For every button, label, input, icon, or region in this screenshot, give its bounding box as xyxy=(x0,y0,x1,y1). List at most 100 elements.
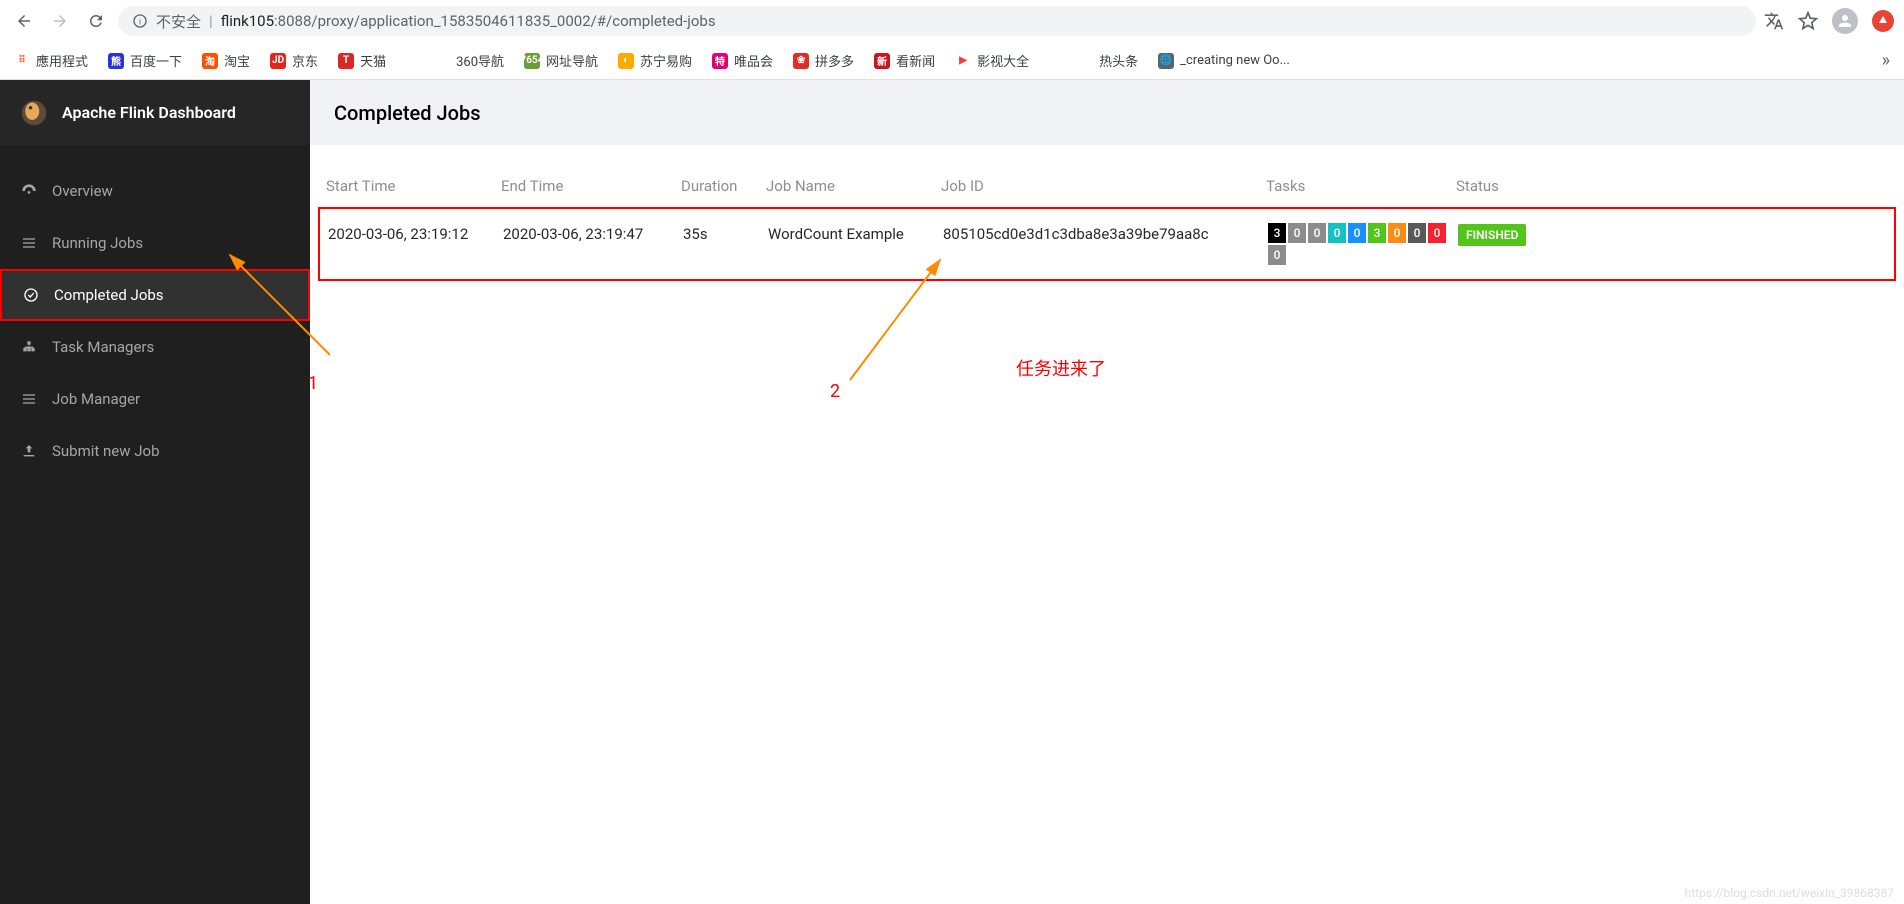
bookmark-label: 360导航 xyxy=(456,51,504,70)
bookmark-item[interactable]: ◐ 苏宁易购 xyxy=(618,51,692,70)
bookmark-favicon-icon: 淘 xyxy=(202,53,218,69)
sidebar: Apache Flink Dashboard Overview Running … xyxy=(0,80,310,904)
bookmark-item[interactable]: 🌐 _creating new Oo... xyxy=(1158,53,1290,69)
annotation-label-2: 2 xyxy=(830,381,840,402)
bookmark-favicon-icon: 7654 xyxy=(524,53,540,69)
bookmark-favicon-icon: JD xyxy=(270,53,286,69)
bookmark-label: 唯品会 xyxy=(734,51,773,70)
watermark: https://blog.csdn.net/weixin_39868387 xyxy=(1685,886,1894,900)
bookmark-item[interactable]: ▶ 影视大全 xyxy=(955,51,1029,70)
col-header-status: Status xyxy=(1456,177,1546,195)
page-title: Completed Jobs xyxy=(310,80,1904,145)
cell-start-time: 2020-03-06, 23:19:12 xyxy=(328,223,503,265)
bookmark-label: 看新闻 xyxy=(896,51,935,70)
bookmark-favicon-icon: 熊 xyxy=(108,53,124,69)
sidebar-item-job-manager[interactable]: Job Manager xyxy=(0,373,310,425)
bookmark-item[interactable]: 淘淘宝 xyxy=(202,51,250,70)
bookmark-item[interactable]: 360导航 xyxy=(456,51,504,70)
task-count-badge: 0 xyxy=(1308,223,1326,243)
bookmark-item[interactable]: 熊百度一下 xyxy=(108,51,182,70)
bookmark-item[interactable]: 特唯品会 xyxy=(712,51,773,70)
sidebar-item-label: Running Jobs xyxy=(52,234,143,252)
dashboard-icon xyxy=(20,182,38,200)
sidebar-title: Apache Flink Dashboard xyxy=(62,103,236,122)
url-host: flink105 xyxy=(221,12,274,30)
bookmark-item[interactable]: ❀ 拼多多 xyxy=(793,51,854,70)
bookmark-label: 應用程式 xyxy=(36,51,88,70)
browser-nav-bar: i 不安全 | flink105:8088/proxy/application_… xyxy=(0,0,1904,42)
cell-duration: 35s xyxy=(683,223,768,265)
bookmark-item[interactable]: T 天猫 xyxy=(338,51,386,70)
sidebar-item-overview[interactable]: Overview xyxy=(0,165,310,217)
task-count-badge: 0 xyxy=(1408,223,1426,243)
bookmark-item[interactable]: JD 京东 xyxy=(270,51,318,70)
url-path: /proxy/application_1583504611835_0002/#/… xyxy=(311,12,715,30)
bookmark-label: 热头条 xyxy=(1099,51,1138,70)
annotation-label-1: 1 xyxy=(308,373,318,394)
info-icon: i xyxy=(132,13,148,29)
bookmark-favicon-icon: 特 xyxy=(712,53,728,69)
cell-job-id: 805105cd0e3d1c3dba8e3a39be79aa8c xyxy=(943,223,1268,265)
bookmark-label: 百度一下 xyxy=(130,51,182,70)
bookmark-label: 天猫 xyxy=(360,51,386,70)
star-icon[interactable] xyxy=(1798,11,1818,31)
bookmark-item[interactable]: 热头条 xyxy=(1099,51,1138,70)
check-circle-icon xyxy=(22,286,40,304)
svg-text:i: i xyxy=(139,17,141,27)
bookmark-label: 京东 xyxy=(292,51,318,70)
sidebar-item-running-jobs[interactable]: Running Jobs xyxy=(0,217,310,269)
sidebar-item-label: Task Managers xyxy=(52,338,154,356)
bookmark-favicon-icon: ▶ xyxy=(955,53,971,69)
bookmark-favicon-icon: 🌐 xyxy=(1158,53,1174,69)
task-count-badge: 0 xyxy=(1428,223,1446,243)
back-button[interactable] xyxy=(10,7,38,35)
bookmark-label: 淘宝 xyxy=(224,51,250,70)
sitemap-icon xyxy=(20,338,38,356)
bars-icon xyxy=(20,390,38,408)
sidebar-item-submit-new-job[interactable]: Submit new Job xyxy=(0,425,310,477)
bookmarks-overflow[interactable]: » xyxy=(1882,50,1890,71)
translate-icon[interactable] xyxy=(1764,11,1784,31)
bookmark-label: 网址导航 xyxy=(546,51,598,70)
col-header-start-time: Start Time xyxy=(326,177,501,195)
sidebar-item-label: Overview xyxy=(52,182,113,200)
sidebar-item-completed-jobs[interactable]: Completed Jobs xyxy=(0,269,310,321)
insecure-label: 不安全 xyxy=(156,11,201,32)
bookmark-item[interactable]: ⠿ 應用程式 xyxy=(14,51,88,70)
main-content: Completed Jobs Start Time End Time Durat… xyxy=(310,80,1904,904)
bookmark-label: 苏宁易购 xyxy=(640,51,692,70)
sidebar-item-task-managers[interactable]: Task Managers xyxy=(0,321,310,373)
bookmark-label: 影视大全 xyxy=(977,51,1029,70)
bookmark-label: 拼多多 xyxy=(815,51,854,70)
col-header-job-id: Job ID xyxy=(941,177,1266,195)
bookmarks-bar: ⠿ 應用程式 熊百度一下 淘淘宝 JD 京东 T 天猫 360导航 7654 网址导航 ◐ 苏宁易购 特唯… xyxy=(0,42,1904,80)
bookmark-favicon-icon: ◐ xyxy=(618,53,634,69)
task-count-badge: 0 xyxy=(1268,245,1286,265)
table-row[interactable]: 2020-03-06, 23:19:12 2020-03-06, 23:19:4… xyxy=(320,209,1894,279)
bars-icon xyxy=(20,234,38,252)
cell-status: FINISHED xyxy=(1458,223,1548,265)
task-count-badge: 0 xyxy=(1288,223,1306,243)
sidebar-header: Apache Flink Dashboard xyxy=(0,80,310,145)
bookmark-favicon-icon: ❀ xyxy=(793,53,809,69)
notification-badge[interactable] xyxy=(1872,10,1894,32)
status-badge: FINISHED xyxy=(1458,224,1526,246)
task-count-badge: 0 xyxy=(1328,223,1346,243)
address-bar[interactable]: i 不安全 | flink105:8088/proxy/application_… xyxy=(118,6,1756,36)
bookmark-favicon-icon: T xyxy=(338,53,354,69)
bookmark-item[interactable]: 新看新闻 xyxy=(874,51,935,70)
bookmark-label: _creating new Oo... xyxy=(1180,53,1290,68)
task-count-badge: 0 xyxy=(1388,223,1406,243)
bookmark-item[interactable]: 7654 网址导航 xyxy=(524,51,598,70)
col-header-tasks: Tasks xyxy=(1266,177,1456,195)
annotation-note: 任务进来了 xyxy=(1016,355,1106,381)
forward-button[interactable] xyxy=(46,7,74,35)
task-count-badge: 0 xyxy=(1348,223,1366,243)
profile-avatar[interactable] xyxy=(1832,8,1858,34)
upload-icon xyxy=(20,442,38,460)
reload-button[interactable] xyxy=(82,7,110,35)
bookmark-favicon-icon: 新 xyxy=(874,53,890,69)
sidebar-item-label: Completed Jobs xyxy=(54,286,164,304)
sidebar-item-label: Submit new Job xyxy=(52,442,160,460)
bookmark-favicon-icon: ⠿ xyxy=(14,53,30,69)
